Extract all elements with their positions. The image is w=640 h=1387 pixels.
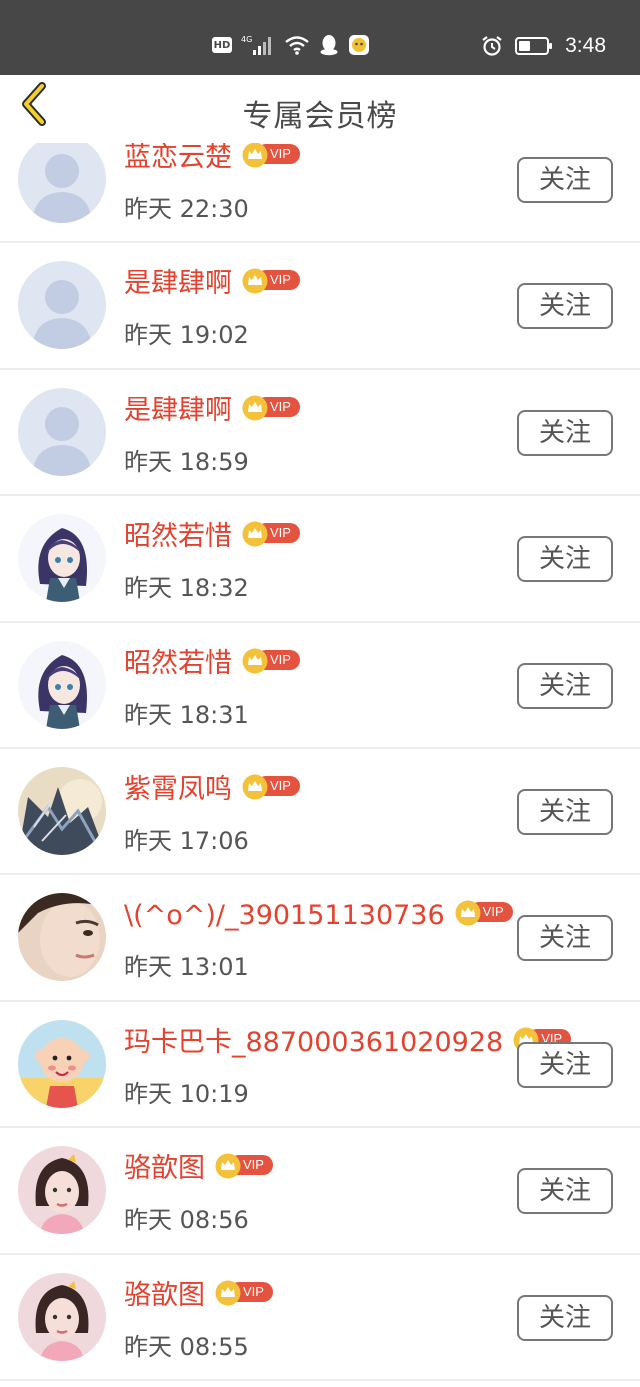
member-time: 昨天 19:02 — [124, 321, 249, 350]
avatar[interactable] — [18, 893, 106, 982]
member-time: 昨天 08:56 — [124, 1206, 249, 1235]
vip-badge: VIP — [215, 1280, 273, 1306]
list-item[interactable]: 是肆肆啊 VIP 昨天 18:59 关注 — [0, 370, 640, 497]
battery-icon — [515, 36, 553, 56]
follow-button[interactable]: 关注 — [517, 1294, 613, 1341]
crown-icon — [215, 1280, 241, 1306]
alarm-icon — [481, 35, 503, 57]
crown-icon — [242, 395, 268, 421]
list-item[interactable]: 昭然若惜 VIP 昨天 18:31 关注 — [0, 623, 640, 750]
avatar[interactable] — [18, 135, 106, 223]
member-name: \(^o^)/_390151130736 — [124, 900, 445, 932]
signal-icon: 4G — [241, 34, 275, 56]
avatar[interactable] — [18, 1146, 106, 1235]
crown-icon — [242, 774, 268, 800]
follow-button[interactable]: 关注 — [517, 157, 613, 203]
follow-button[interactable]: 关注 — [517, 409, 613, 456]
member-name: 是肆肆啊 — [124, 268, 232, 300]
crown-icon — [215, 1153, 241, 1179]
list-item[interactable]: 是肆肆啊 VIP 昨天 19:02 关注 — [0, 243, 640, 371]
member-time: 昨天 22:30 — [124, 195, 249, 223]
vip-badge: VIP — [215, 1153, 273, 1179]
avatar[interactable] — [18, 640, 106, 729]
member-name: 昭然若惜 — [124, 521, 232, 553]
vip-badge: VIP — [242, 395, 300, 421]
member-name: 玛卡巴卡_887000361020928 — [124, 1026, 504, 1058]
crown-icon — [242, 648, 268, 674]
vip-badge: VIP — [242, 774, 300, 800]
list-item[interactable]: 玛卡巴卡_887000361020928 VIP 昨天 10:19 关注 — [0, 1002, 640, 1129]
follow-button[interactable]: 关注 — [517, 788, 613, 835]
crown-icon — [455, 900, 481, 926]
page-header: 专属会员榜 — [0, 75, 640, 143]
vip-badge: VIP — [242, 142, 300, 168]
hd-icon: HD — [212, 37, 232, 53]
follow-button[interactable]: 关注 — [517, 1168, 613, 1215]
avatar[interactable] — [18, 514, 106, 603]
follow-button[interactable]: 关注 — [517, 536, 613, 583]
member-time: 昨天 13:01 — [124, 953, 249, 982]
member-name: 骆歆图 — [124, 1279, 205, 1311]
vip-badge: VIP — [242, 521, 300, 547]
page-title: 专属会员榜 — [242, 99, 398, 134]
list-item[interactable]: \(^o^)/_390151130736 VIP 昨天 13:01 关注 — [0, 875, 640, 1003]
member-name: 紫霄凤鸣 — [124, 773, 232, 805]
app-notification-icon — [348, 34, 370, 56]
member-time: 昨天 18:32 — [124, 574, 249, 603]
avatar[interactable] — [18, 387, 106, 476]
list-item[interactable]: 紫霄凤鸣 VIP 昨天 17:06 关注 — [0, 749, 640, 876]
status-time: 3:48 — [565, 34, 606, 57]
member-time: 昨天 18:31 — [124, 700, 249, 729]
avatar[interactable] — [18, 1272, 106, 1361]
member-name: 骆歆图 — [124, 1153, 205, 1185]
member-time: 昨天 17:06 — [124, 826, 249, 855]
avatar[interactable] — [18, 1019, 106, 1108]
member-name: 是肆肆啊 — [124, 394, 232, 426]
follow-button[interactable]: 关注 — [517, 662, 613, 709]
member-time: 昨天 10:19 — [124, 1079, 249, 1108]
crown-icon — [242, 268, 268, 294]
network-type-label: 4G — [241, 35, 252, 44]
list-item[interactable]: 骆歆图 VIP 昨天 08:55 关注 — [0, 1255, 640, 1382]
vip-badge: VIP — [455, 900, 513, 926]
list-item[interactable]: 昭然若惜 VIP 昨天 18:32 关注 — [0, 496, 640, 623]
avatar[interactable] — [18, 766, 106, 855]
vip-badge: VIP — [242, 268, 300, 294]
avatar[interactable] — [18, 261, 106, 350]
member-name: 蓝恋云楚 — [124, 142, 232, 173]
follow-button[interactable]: 关注 — [517, 1041, 613, 1088]
follow-button[interactable]: 关注 — [517, 283, 613, 330]
crown-icon — [242, 142, 268, 168]
qq-icon — [319, 34, 339, 56]
vip-badge: VIP — [242, 648, 300, 674]
member-time: 昨天 18:59 — [124, 447, 249, 476]
member-name: 昭然若惜 — [124, 647, 232, 679]
crown-icon — [242, 521, 268, 547]
list-item[interactable]: 骆歆图 VIP 昨天 08:56 关注 — [0, 1128, 640, 1255]
follow-button[interactable]: 关注 — [517, 915, 613, 962]
status-bar: HD 4G 3:48 — [0, 0, 640, 75]
wifi-icon — [284, 35, 310, 55]
member-time: 昨天 08:55 — [124, 1332, 249, 1361]
member-list: 蓝恋云楚 VIP 昨天 22:30 关注 是肆肆啊 VIP 昨天 19:02 关… — [0, 117, 640, 1382]
